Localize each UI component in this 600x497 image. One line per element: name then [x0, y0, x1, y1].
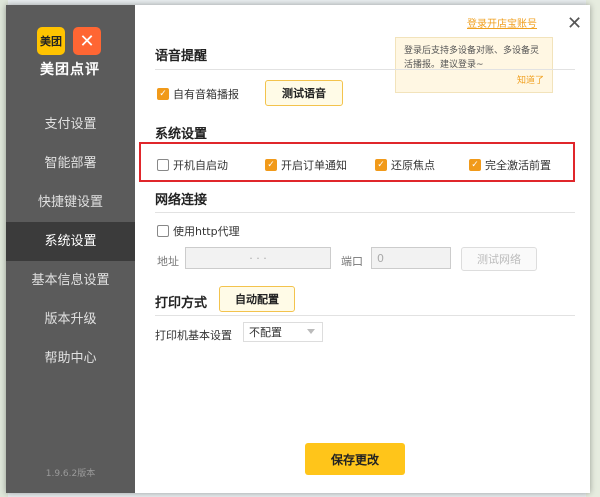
- save-button[interactable]: 保存更改: [305, 443, 405, 475]
- tooltip-dismiss-link[interactable]: 知道了: [517, 74, 544, 88]
- restore-focus-checkbox[interactable]: ✓ 还原焦点: [375, 157, 435, 173]
- auto-config-button[interactable]: 自动配置: [219, 286, 295, 312]
- autostart-label: 开机自启动: [173, 159, 228, 172]
- login-link[interactable]: 登录开店宝账号: [467, 15, 537, 30]
- sidebar-item-help[interactable]: 帮助中心: [6, 339, 135, 378]
- tooltip-text: 登录后支持多设备对账、多设备灵活播报。建议登录~: [404, 46, 540, 70]
- port-input[interactable]: 0: [371, 247, 451, 269]
- checkbox-empty-icon: [157, 159, 169, 171]
- order-notify-checkbox[interactable]: ✓ 开启订单通知: [265, 157, 347, 173]
- login-tooltip: 登录后支持多设备对账、多设备灵活播报。建议登录~ 知道了: [395, 37, 553, 93]
- printer-select-value: 不配置: [249, 326, 282, 339]
- checkbox-check-icon: ✓: [375, 159, 387, 171]
- address-input[interactable]: · · ·: [185, 247, 331, 269]
- restore-focus-label: 还原焦点: [391, 159, 435, 172]
- voice-divider: [155, 69, 575, 70]
- network-section-title: 网络连接: [155, 193, 208, 208]
- checkbox-check-icon: ✓: [157, 88, 169, 100]
- brand-name: 美团点评: [40, 62, 100, 78]
- close-icon[interactable]: ✕: [567, 13, 582, 34]
- brand-logo: 美团 ✕ 美团点评: [37, 27, 103, 79]
- sidebar-item-basic-info[interactable]: 基本信息设置: [6, 261, 135, 300]
- sidebar-item-payment[interactable]: 支付设置: [6, 105, 135, 144]
- order-notify-label: 开启订单通知: [281, 159, 347, 172]
- sidebar-item-shortcuts[interactable]: 快捷键设置: [6, 183, 135, 222]
- system-section-title: 系统设置: [155, 127, 208, 142]
- sidebar-item-upgrade[interactable]: 版本升级: [6, 300, 135, 339]
- sidebar-item-smart-deploy[interactable]: 智能部署: [6, 144, 135, 183]
- sidebar: 美团 ✕ 美团点评 支付设置 智能部署 快捷键设置 系统设置 基本信息设置 版本…: [6, 5, 135, 493]
- port-label: 端口: [341, 255, 363, 268]
- checkbox-check-icon: ✓: [469, 159, 481, 171]
- activate-front-label: 完全激活前置: [485, 159, 551, 172]
- speaker-checkbox[interactable]: ✓ 自有音箱播报: [157, 86, 239, 102]
- print-section-title: 打印方式: [155, 296, 208, 311]
- print-divider: [155, 315, 575, 316]
- sidebar-item-system[interactable]: 系统设置: [6, 222, 135, 261]
- settings-content: 登录开店宝账号 ✕ 登录后支持多设备对账、多设备灵活播报。建议登录~ 知道了 语…: [135, 5, 590, 493]
- activate-front-checkbox[interactable]: ✓ 完全激活前置: [469, 157, 551, 173]
- network-divider: [155, 212, 575, 213]
- dianping-logo-icon: ✕: [73, 27, 101, 55]
- test-voice-button[interactable]: 测试语音: [265, 80, 343, 106]
- voice-section-title: 语音提醒: [155, 49, 208, 64]
- printer-select[interactable]: 不配置: [243, 322, 323, 342]
- settings-window: 美团 ✕ 美团点评 支付设置 智能部署 快捷键设置 系统设置 基本信息设置 版本…: [6, 5, 590, 493]
- checkbox-check-icon: ✓: [265, 159, 277, 171]
- proxy-label: 使用http代理: [173, 225, 240, 238]
- proxy-checkbox[interactable]: 使用http代理: [157, 223, 240, 239]
- version-label: 1.9.6.2版本: [45, 469, 96, 479]
- checkbox-empty-icon: [157, 225, 169, 237]
- speaker-label: 自有音箱播报: [173, 88, 239, 101]
- printer-settings-label: 打印机基本设置: [155, 329, 232, 342]
- chevron-down-icon: [307, 329, 315, 334]
- test-network-button[interactable]: 测试网络: [461, 247, 537, 271]
- autostart-checkbox[interactable]: 开机自启动: [157, 157, 228, 173]
- sidebar-nav: 支付设置 智能部署 快捷键设置 系统设置 基本信息设置 版本升级 帮助中心: [6, 105, 135, 378]
- address-label: 地址: [157, 255, 179, 268]
- meituan-logo-icon: 美团: [37, 27, 65, 55]
